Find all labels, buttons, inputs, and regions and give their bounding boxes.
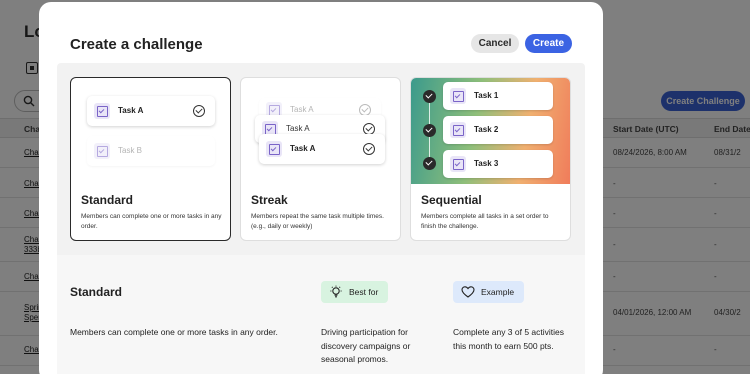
card-description: Members can complete one or more tasks i… bbox=[81, 213, 222, 230]
card-title: Standard bbox=[81, 193, 134, 207]
task-item: Task B bbox=[87, 136, 215, 166]
checkbox-icon bbox=[450, 88, 466, 104]
task-item: Task 3 bbox=[443, 150, 553, 178]
challenge-type-panel: Task A Task B Standard Members can compl… bbox=[57, 63, 585, 374]
create-challenge-dialog: Create a challenge Cancel Create Task A … bbox=[39, 2, 603, 374]
detail-title: Standard bbox=[70, 285, 123, 299]
task-label: Task B bbox=[118, 146, 143, 155]
sequential-illustration: Task 1 Task 2 Task 3 bbox=[411, 78, 570, 184]
checkbox-icon bbox=[94, 103, 110, 119]
task-label: Task A bbox=[118, 106, 144, 115]
task-item: Task A bbox=[87, 96, 215, 126]
step-check-icon bbox=[423, 124, 436, 137]
example-badge: Example bbox=[453, 281, 525, 303]
task-item: Task 1 bbox=[443, 82, 553, 110]
card-description: Members repeat the same task multiple ti… bbox=[251, 213, 384, 230]
task-label: Task 1 bbox=[474, 91, 499, 100]
task-label: Task A bbox=[290, 144, 316, 153]
card-standard[interactable]: Task A Task B Standard Members can compl… bbox=[70, 77, 231, 241]
check-circle-icon bbox=[193, 105, 205, 117]
best-for-badge: Best for bbox=[321, 281, 389, 303]
check-circle-icon bbox=[363, 143, 375, 155]
card-sequential[interactable]: Task 1 Task 2 Task 3 Sequential Members … bbox=[410, 77, 571, 241]
task-label: Task 3 bbox=[474, 159, 499, 168]
heart-icon bbox=[461, 286, 475, 298]
checkbox-icon bbox=[450, 122, 466, 138]
card-title: Streak bbox=[251, 193, 288, 207]
checkbox-icon bbox=[266, 141, 282, 157]
detail-description: Members can complete one or more tasks i… bbox=[70, 327, 278, 337]
checkbox-icon bbox=[94, 143, 110, 159]
task-label: Task A bbox=[290, 105, 314, 114]
create-button[interactable]: Create bbox=[525, 34, 572, 53]
dialog-title: Create a challenge bbox=[70, 36, 203, 53]
type-detail-section: Standard Best for Example Members can co… bbox=[57, 255, 585, 374]
best-for-label: Best for bbox=[349, 287, 379, 297]
step-check-icon bbox=[423, 157, 436, 170]
task-label: Task 2 bbox=[474, 125, 499, 134]
task-label: Task A bbox=[286, 124, 310, 133]
step-check-icon bbox=[423, 90, 436, 103]
example-text: Complete any 3 of 5 activities this mont… bbox=[453, 327, 565, 351]
card-streak[interactable]: Task A Task A Task A Streak Members repe… bbox=[240, 77, 401, 241]
best-for-text: Driving participation for discovery camp… bbox=[321, 327, 411, 365]
example-label: Example bbox=[481, 287, 515, 297]
task-item: Task A bbox=[259, 134, 385, 164]
card-description: Members complete all tasks in a set orde… bbox=[421, 213, 549, 230]
checkbox-icon bbox=[450, 156, 466, 172]
card-title: Sequential bbox=[421, 193, 482, 207]
lightbulb-icon bbox=[330, 285, 342, 298]
cancel-button[interactable]: Cancel bbox=[471, 34, 519, 53]
task-item: Task 2 bbox=[443, 116, 553, 144]
